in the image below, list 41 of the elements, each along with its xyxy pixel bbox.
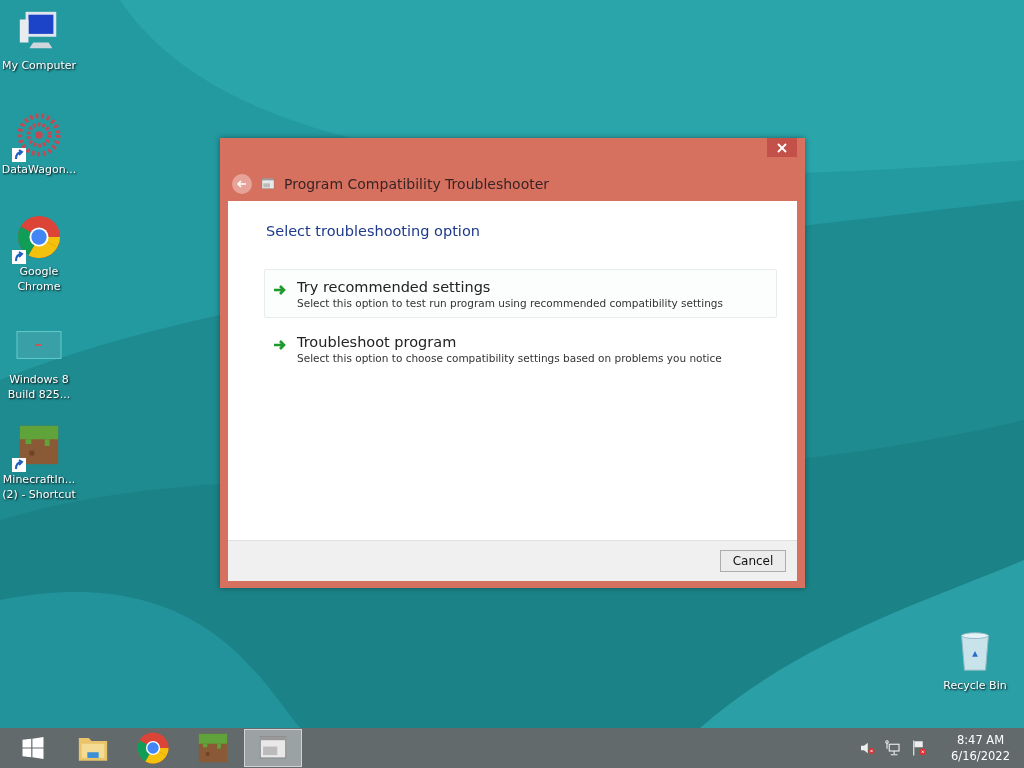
desktop-icon-label: DataWagon... <box>1 162 77 177</box>
shortcut-arrow-icon <box>12 148 26 162</box>
flower-icon <box>16 112 62 158</box>
desktop-shortcut[interactable]: My Computer <box>0 8 78 73</box>
option-link[interactable]: Try recommended settings Select this option to test run program using recommended compatibility settings <box>264 269 777 318</box>
window-title: Program Compatibility Troubleshooter <box>284 175 550 192</box>
desktop-shortcut[interactable]: Windows 8 Build 825... <box>0 322 78 402</box>
desktop-icon-label: Windows 8 Build 825... <box>6 372 72 402</box>
window-icon <box>260 175 276 192</box>
page-heading: Select troubleshooting option <box>266 223 481 239</box>
taskbar-button[interactable] <box>244 729 302 767</box>
option-description: Select this option to choose compatibility settings based on problems you notice <box>297 352 722 364</box>
chrome-icon <box>136 731 170 765</box>
flag-icon <box>910 739 929 757</box>
desktop-shortcut[interactable]: DataWagon... <box>0 112 78 177</box>
option-title: Troubleshoot program <box>297 334 458 350</box>
shortcut-arrow-icon <box>12 250 26 264</box>
desktop-shortcut[interactable]: MinecraftIn... (2) - Shortcut <box>0 422 78 502</box>
option-link[interactable]: Troubleshoot program Select this option to choose compatibility settings based on problems you notice <box>264 324 777 373</box>
close-icon <box>777 142 787 153</box>
clock-date: 6/16/2022 <box>951 748 1010 764</box>
option-description: Select this option to test run program using recommended compatibility settings <box>297 297 723 309</box>
chrome-icon <box>16 214 62 260</box>
arrow-icon <box>273 338 287 352</box>
network-icon <box>884 739 903 757</box>
close-button[interactable] <box>767 138 797 157</box>
back-button[interactable] <box>232 173 252 194</box>
option-title: Try recommended settings <box>297 279 492 295</box>
clock[interactable]: 8:47 AM 6/16/2022 <box>933 732 1024 764</box>
grass-block-icon <box>196 731 230 765</box>
shortcut-arrow-icon <box>12 458 26 472</box>
desktop-shortcut[interactable]: Recycle Bin <box>936 628 1014 693</box>
desktop-icon-label: MinecraftIn... (2) - Shortcut <box>1 472 77 502</box>
arrow-icon <box>273 283 287 297</box>
cancel-button[interactable]: Cancel <box>720 550 786 572</box>
clock-time: 8:47 AM <box>956 732 1005 748</box>
desktop-icon-label: Recycle Bin <box>942 678 1008 693</box>
desktop-icon-label: Google Chrome <box>16 264 62 294</box>
desktop-icon-label: My Computer <box>1 58 77 73</box>
back-arrow-icon <box>236 177 248 190</box>
desktop-shortcut[interactable]: Google Chrome <box>0 214 78 294</box>
